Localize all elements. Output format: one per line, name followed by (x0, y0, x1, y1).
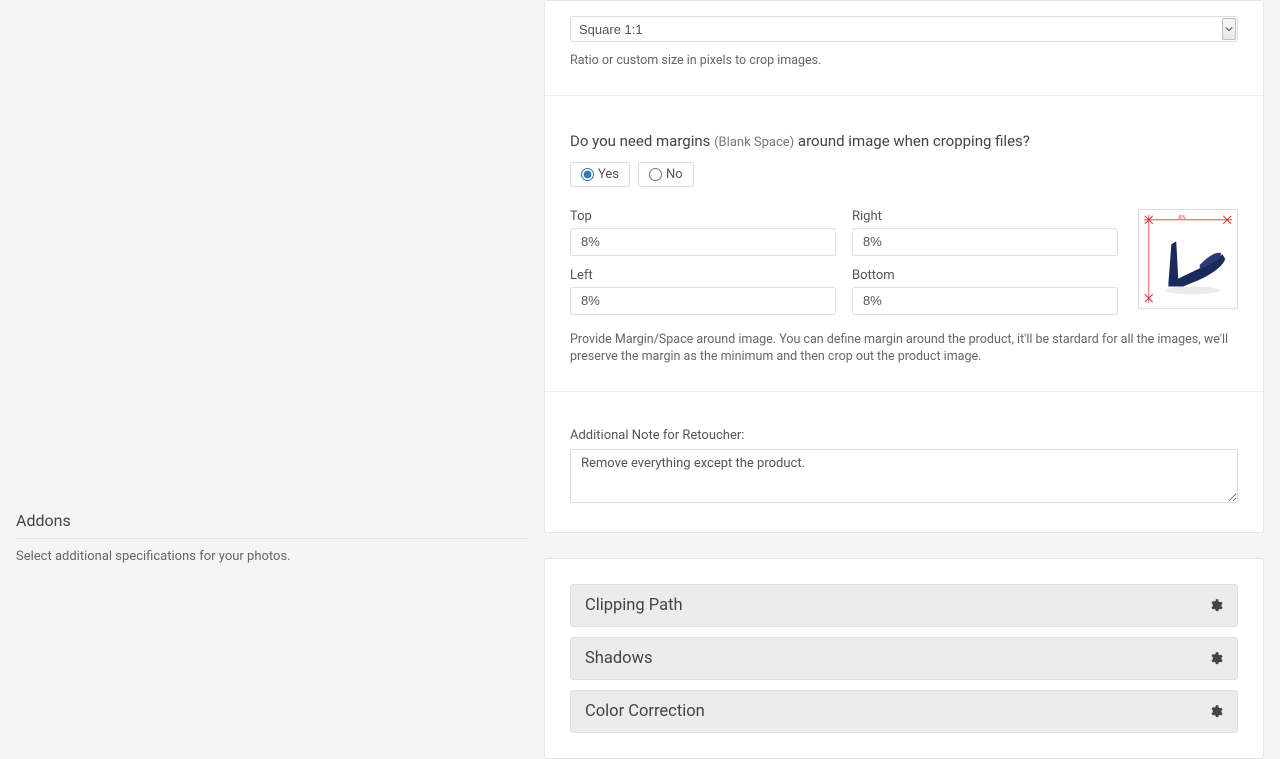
margins-yes-radio[interactable]: Yes (570, 162, 630, 187)
crop-ratio-select[interactable]: Square 1:1 (570, 16, 1238, 42)
gear-icon (1208, 651, 1223, 666)
addon-clipping-path[interactable]: Clipping Path (570, 584, 1238, 627)
margin-bottom-label: Bottom (852, 268, 1118, 283)
margin-left-label: Left (570, 268, 836, 283)
retoucher-note-label: Additional Note for Retoucher: (570, 428, 1238, 443)
margins-yes-input[interactable] (581, 168, 594, 181)
svg-text:8%: 8% (1178, 214, 1186, 220)
gear-icon (1208, 598, 1223, 613)
addon-shadows[interactable]: Shadows (570, 637, 1238, 680)
margins-help: Provide Margin/Space around image. You c… (570, 331, 1238, 366)
margins-no-radio[interactable]: No (638, 162, 694, 187)
margins-question: Do you need margins (Blank Space) around… (570, 132, 1238, 150)
margin-right-input[interactable] (852, 228, 1118, 256)
margin-left-input[interactable] (570, 287, 836, 315)
margin-bottom-input[interactable] (852, 287, 1118, 315)
margin-top-input[interactable] (570, 228, 836, 256)
addons-heading: Addons (16, 511, 528, 539)
margins-no-input[interactable] (649, 168, 662, 181)
margin-preview-image: 8% (1138, 209, 1238, 309)
addon-color-correction[interactable]: Color Correction (570, 690, 1238, 733)
gear-icon (1208, 704, 1223, 719)
margin-right-label: Right (852, 209, 1118, 224)
crop-ratio-select-wrap[interactable]: Square 1:1 (570, 16, 1238, 42)
addons-subtitle: Select additional specifications for you… (16, 549, 528, 564)
margin-top-label: Top (570, 209, 836, 224)
retoucher-note-textarea[interactable] (570, 449, 1238, 503)
crop-ratio-help: Ratio or custom size in pixels to crop i… (570, 52, 1238, 70)
